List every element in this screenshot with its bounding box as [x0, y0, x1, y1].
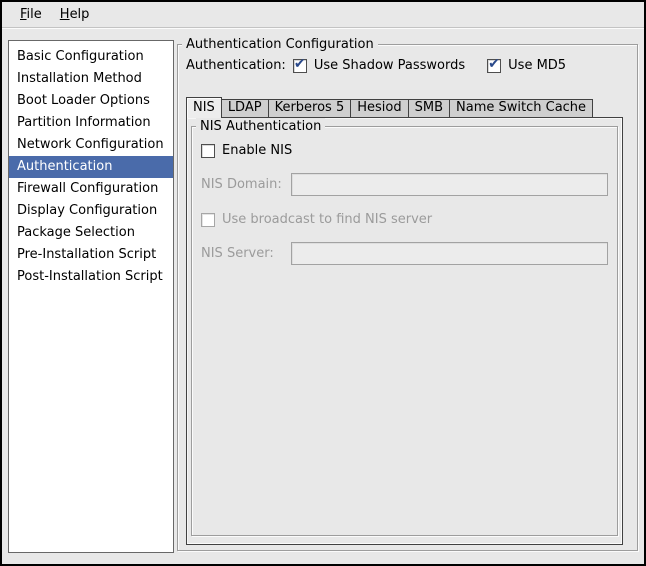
- kickstart-configurator-window: File Help Basic ConfigurationInstallatio…: [0, 0, 646, 566]
- use-md5-option[interactable]: Use MD5: [487, 58, 566, 73]
- nis-domain-label: NIS Domain:: [201, 177, 291, 192]
- sidebar-item-package-selection[interactable]: Package Selection: [9, 222, 173, 244]
- nis-server-row: NIS Server:: [201, 242, 608, 265]
- auth-methods-notebook: NISLDAPKerberos 5HesiodSMBName Switch Ca…: [186, 96, 623, 545]
- sidebar-item-firewall-configuration[interactable]: Firewall Configuration: [9, 178, 173, 200]
- sidebar-item-installation-method[interactable]: Installation Method: [9, 68, 173, 90]
- menu-bar: File Help: [2, 2, 644, 28]
- menu-file[interactable]: File: [11, 5, 51, 24]
- sidebar-nav: Basic ConfigurationInstallation MethodBo…: [8, 40, 174, 553]
- nis-auth-frame-title: NIS Authentication: [196, 118, 325, 135]
- sidebar-item-authentication[interactable]: Authentication: [9, 156, 173, 178]
- nis-server-input: [291, 242, 608, 265]
- menu-help[interactable]: Help: [51, 5, 99, 24]
- nis-tab-panel: NIS Authentication Enable NIS NIS Domain…: [186, 117, 623, 545]
- auth-options-row: Authentication: Use Shadow Passwords Use…: [186, 58, 566, 73]
- nis-auth-frame: NIS Authentication Enable NIS NIS Domain…: [191, 126, 618, 536]
- sidebar-item-pre-installation-script[interactable]: Pre-Installation Script: [9, 244, 173, 266]
- tab-ldap[interactable]: LDAP: [221, 99, 269, 117]
- auth-config-frame: Authentication Configuration Authenticat…: [177, 44, 638, 551]
- use-md5-checkbox[interactable]: [487, 59, 501, 73]
- sidebar-item-network-configuration[interactable]: Network Configuration: [9, 134, 173, 156]
- tab-hesiod[interactable]: Hesiod: [350, 99, 408, 117]
- authentication-label: Authentication:: [186, 58, 286, 73]
- tab-nis[interactable]: NIS: [186, 97, 222, 118]
- nis-domain-input: [291, 173, 608, 196]
- sidebar-item-display-configuration[interactable]: Display Configuration: [9, 200, 173, 222]
- tab-smb[interactable]: SMB: [408, 99, 450, 117]
- enable-nis-option[interactable]: Enable NIS: [201, 143, 617, 158]
- shadow-passwords-option[interactable]: Use Shadow Passwords: [293, 58, 465, 73]
- broadcast-label: Use broadcast to find NIS server: [222, 212, 432, 227]
- tab-bar: NISLDAPKerberos 5HesiodSMBName Switch Ca…: [186, 96, 623, 117]
- shadow-passwords-checkbox[interactable]: [293, 59, 307, 73]
- enable-nis-label: Enable NIS: [222, 143, 292, 158]
- broadcast-option: Use broadcast to find NIS server: [201, 212, 617, 227]
- use-md5-label: Use MD5: [508, 58, 566, 73]
- sidebar-item-boot-loader-options[interactable]: Boot Loader Options: [9, 90, 173, 112]
- tab-kerberos-5[interactable]: Kerberos 5: [268, 99, 352, 117]
- sidebar-item-basic-configuration[interactable]: Basic Configuration: [9, 46, 173, 68]
- nis-server-label: NIS Server:: [201, 246, 291, 261]
- enable-nis-checkbox[interactable]: [201, 144, 215, 158]
- sidebar-item-post-installation-script[interactable]: Post-Installation Script: [9, 266, 173, 288]
- sidebar-item-partition-information[interactable]: Partition Information: [9, 112, 173, 134]
- auth-config-frame-title: Authentication Configuration: [182, 36, 378, 53]
- broadcast-checkbox: [201, 213, 215, 227]
- nis-domain-row: NIS Domain:: [201, 173, 608, 196]
- tab-name-switch-cache[interactable]: Name Switch Cache: [449, 99, 593, 117]
- shadow-passwords-label: Use Shadow Passwords: [314, 58, 465, 73]
